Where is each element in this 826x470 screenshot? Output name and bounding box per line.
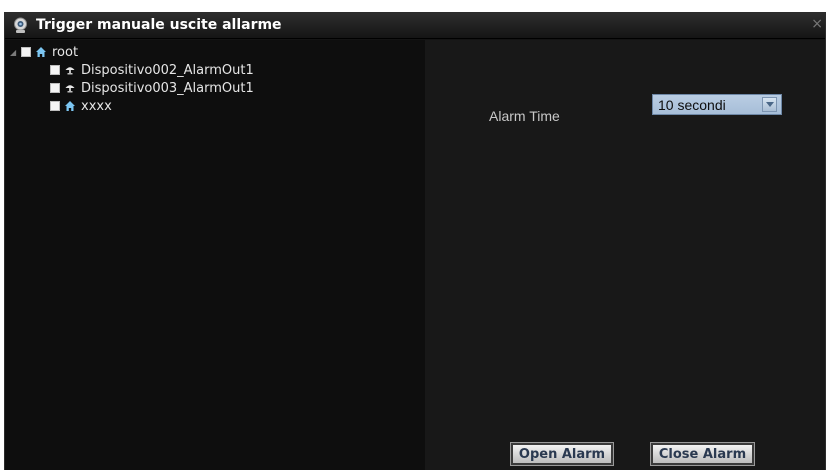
tree-node-device002[interactable]: Dispositivo002_AlarmOut1 <box>50 61 254 79</box>
title-bar[interactable]: Trigger manuale uscite allarme × <box>5 13 825 39</box>
tree-node-label: Dispositivo003_AlarmOut1 <box>81 80 254 96</box>
root-checkbox[interactable] <box>21 47 31 57</box>
tree-node-xxxx[interactable]: xxxx <box>50 97 112 115</box>
chevron-down-icon[interactable] <box>762 97 777 112</box>
tree-node-label: Dispositivo002_AlarmOut1 <box>81 62 254 78</box>
alarm-output-icon <box>65 85 75 93</box>
home-icon <box>65 101 75 111</box>
tree-node-label: root <box>52 44 79 60</box>
alarm-output-icon <box>65 67 75 75</box>
device003-checkbox[interactable] <box>50 83 60 93</box>
device002-checkbox[interactable] <box>50 65 60 75</box>
close-alarm-button[interactable]: Close Alarm <box>651 443 754 465</box>
home-icon <box>36 47 46 57</box>
tree-node-label: xxxx <box>81 98 112 114</box>
expand-arrow-icon[interactable]: ◢ <box>10 48 19 57</box>
window-title: Trigger manuale uscite allarme <box>36 17 282 33</box>
device-tree-panel: ◢ root Dispositivo002_AlarmOut1 Disposit… <box>5 40 425 470</box>
tree-node-device003[interactable]: Dispositivo003_AlarmOut1 <box>50 79 254 97</box>
xxxx-checkbox[interactable] <box>50 101 60 111</box>
alarm-trigger-window: Trigger manuale uscite allarme × ◢ root … <box>4 12 826 470</box>
alarm-time-dropdown[interactable]: 10 secondi <box>652 94 782 115</box>
alarm-time-value: 10 secondi <box>658 96 726 113</box>
camera-icon <box>14 17 27 33</box>
tree-node-root[interactable]: ◢ root <box>10 43 78 61</box>
alarm-time-label: Alarm Time <box>489 108 560 124</box>
alarm-settings-panel: Alarm Time 10 secondi Open Alarm Close A… <box>425 40 825 470</box>
open-alarm-button[interactable]: Open Alarm <box>511 443 613 465</box>
close-icon[interactable]: × <box>811 16 823 32</box>
